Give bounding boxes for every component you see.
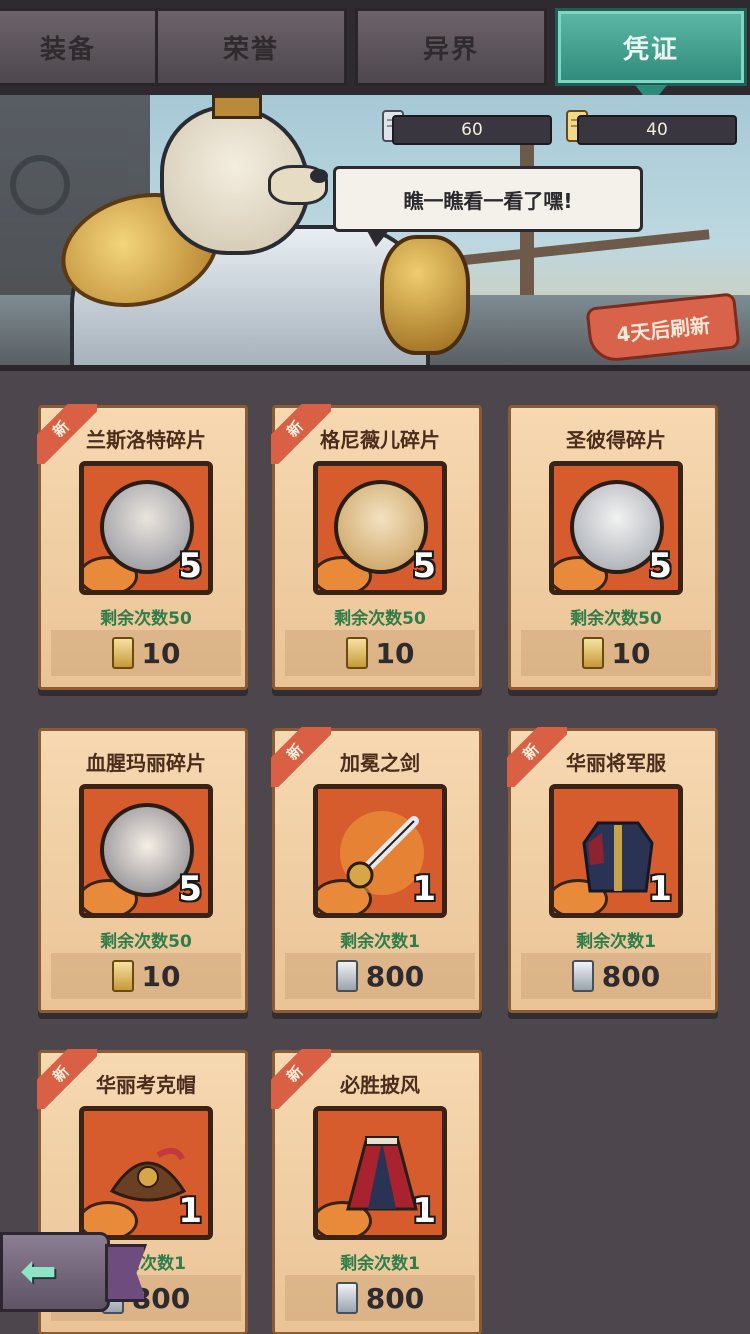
item-icon-frame: 1 <box>79 1106 213 1240</box>
item-quantity: 5 <box>412 546 436 586</box>
item-quantity: 1 <box>178 1191 202 1231</box>
remaining-count: 剩余次数1 <box>340 932 420 952</box>
item-price: 10 <box>611 636 651 670</box>
shop-item-card[interactable]: 新 格尼薇儿碎片 5 剩余次数50 10 <box>271 404 482 690</box>
item-icon-frame: 1 <box>313 784 447 918</box>
price-bar: 10 <box>285 630 475 676</box>
item-price: 800 <box>365 1281 425 1315</box>
tab-otherworld[interactable]: 异界 <box>355 8 547 86</box>
item-quantity: 5 <box>178 869 202 909</box>
speech-bubble: 瞧一瞧看一看了嘿! <box>333 166 643 247</box>
gold-ticket-icon <box>345 637 368 669</box>
item-price: 10 <box>141 959 181 993</box>
item-quantity: 1 <box>412 869 436 909</box>
remaining-count: 剩余次数50 <box>100 609 192 629</box>
price-bar: 10 <box>51 953 241 999</box>
price-bar: 800 <box>285 953 475 999</box>
top-tab-bar: 装备 荣誉 异界 凭证 <box>0 0 750 95</box>
silver-ticket-count: 60 <box>392 115 552 145</box>
silver-ticket-icon <box>335 960 358 992</box>
tab-honor[interactable]: 荣誉 <box>155 8 347 86</box>
item-name: 兰斯洛特碎片 <box>86 428 206 452</box>
shop-item-card[interactable]: 圣彼得碎片 5 剩余次数50 10 <box>508 405 718 690</box>
item-name: 圣彼得碎片 <box>566 428 666 452</box>
item-name: 加冕之剑 <box>340 751 420 775</box>
gold-ticket-count: 40 <box>577 115 737 145</box>
item-price: 800 <box>365 959 425 993</box>
item-quantity: 1 <box>648 869 672 909</box>
price-bar: 10 <box>521 630 711 676</box>
item-name: 必胜披风 <box>340 1073 420 1097</box>
item-price: 10 <box>141 636 181 670</box>
item-icon-frame: 1 <box>549 784 683 918</box>
price-bar: 800 <box>285 1275 475 1321</box>
item-icon-frame: 5 <box>79 784 213 918</box>
tab-voucher[interactable]: 凭证 <box>555 8 747 86</box>
shop-item-card[interactable]: 新 加冕之剑 1 剩余次数1 800 <box>271 727 482 1013</box>
item-name: 华丽将军服 <box>566 751 666 775</box>
item-name: 血腥玛丽碎片 <box>86 751 206 775</box>
item-icon-frame: 5 <box>79 461 213 595</box>
item-icon-frame: 5 <box>313 461 447 595</box>
item-quantity: 1 <box>412 1191 436 1231</box>
tab-equipment[interactable]: 装备 <box>0 8 164 86</box>
shop-item-card[interactable]: 血腥玛丽碎片 5 剩余次数50 10 <box>38 728 248 1013</box>
back-button[interactable]: ⬅ <box>0 1232 150 1312</box>
item-quantity: 5 <box>648 546 672 586</box>
remaining-count: 剩余次数50 <box>334 609 426 629</box>
item-price: 800 <box>601 959 661 993</box>
remaining-count: 剩余次数1 <box>576 932 656 952</box>
silver-ticket-icon <box>571 960 594 992</box>
item-price: 10 <box>375 636 415 670</box>
item-icon-frame: 1 <box>313 1106 447 1240</box>
item-icon-frame: 5 <box>549 461 683 595</box>
remaining-count: 剩余次数50 <box>100 932 192 952</box>
remaining-count: 剩余次数50 <box>570 609 662 629</box>
back-arrow-icon: ⬅ <box>20 1246 57 1297</box>
gold-ticket-icon <box>111 637 134 669</box>
remaining-count: 剩余次数1 <box>340 1254 420 1274</box>
item-name: 格尼薇儿碎片 <box>320 428 440 452</box>
gold-ticket-icon <box>111 960 134 992</box>
gold-ticket-icon <box>581 637 604 669</box>
silver-ticket-icon <box>335 1282 358 1314</box>
price-bar: 10 <box>51 630 241 676</box>
shop-item-card[interactable]: 新 华丽将军服 1 剩余次数1 800 <box>507 727 718 1013</box>
price-bar: 800 <box>521 953 711 999</box>
shop-item-card[interactable]: 新 兰斯洛特碎片 5 剩余次数50 10 <box>37 404 248 690</box>
item-name: 华丽考克帽 <box>96 1073 196 1097</box>
shop-item-card[interactable]: 新 必胜披风 1 剩余次数1 800 <box>271 1049 482 1334</box>
item-quantity: 5 <box>178 546 202 586</box>
